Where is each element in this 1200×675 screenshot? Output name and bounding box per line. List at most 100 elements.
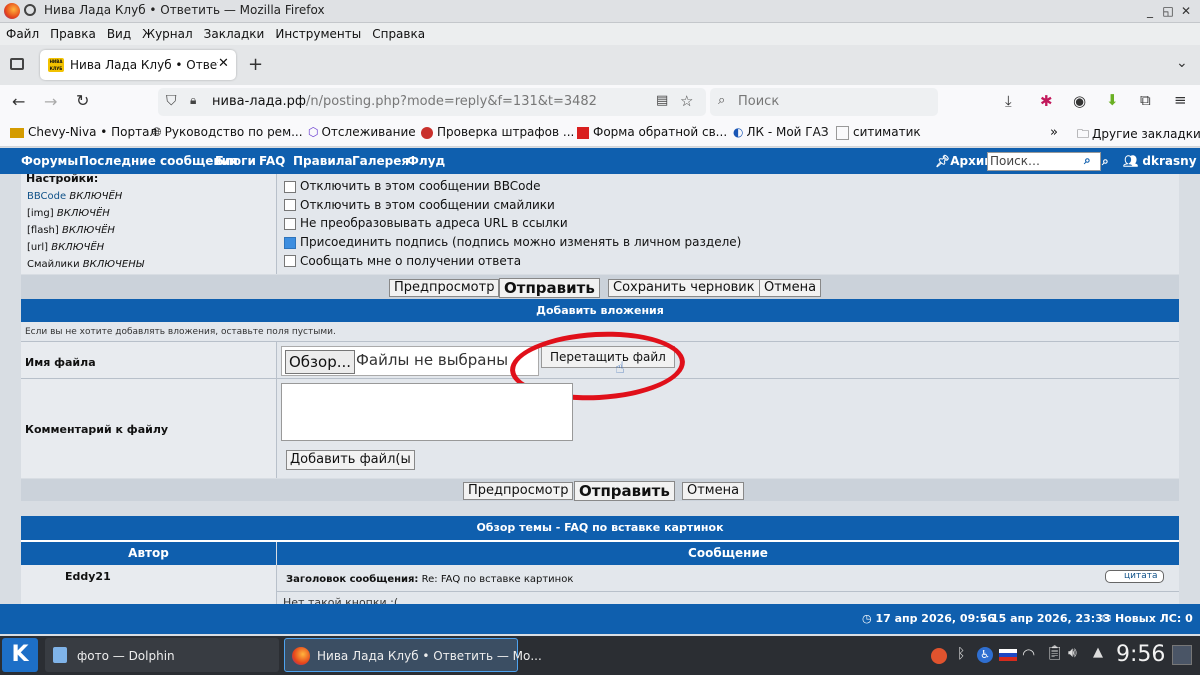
option-attach-signature[interactable]: Присоединить подпись (подпись можно изме…: [284, 233, 741, 252]
clock[interactable]: 9:56: [1116, 642, 1165, 667]
minimize-button[interactable]: _: [1142, 3, 1158, 19]
option-disable-urls[interactable]: Не преобразовывать адреса URL в ссылки: [284, 214, 741, 233]
reader-view-icon[interactable]: ▤: [656, 93, 668, 108]
app-menu-icon[interactable]: ≡: [1174, 91, 1187, 109]
submit-button[interactable]: Отправить: [499, 278, 600, 298]
file-input[interactable]: Обзор... Файлы не выбраны: [281, 346, 539, 376]
comment-textarea[interactable]: [281, 383, 573, 441]
forum-search-icon[interactable]: ⌕: [1084, 153, 1091, 168]
menu-item[interactable]: Правка: [50, 27, 96, 41]
cancel-button[interactable]: Отмена: [759, 279, 822, 297]
no-files-text: Файлы не выбраны: [356, 351, 509, 369]
keyboard-layout-icon[interactable]: [999, 649, 1017, 661]
nav-blogs[interactable]: Блоги: [215, 154, 256, 168]
menu-item[interactable]: Вид: [107, 27, 131, 41]
other-bookmarks[interactable]: 🗀 Другие закладки: [1077, 125, 1200, 146]
nav-forums[interactable]: Форумы: [21, 154, 78, 168]
close-window-button[interactable]: ✕: [1178, 3, 1194, 19]
cancel-button[interactable]: Отмена: [682, 482, 745, 500]
bookmark-item[interactable]: Chevy-Niva • Портал: [10, 125, 157, 139]
checkbox[interactable]: [284, 217, 296, 230]
menu-item[interactable]: Закладки: [204, 27, 265, 41]
submit-button[interactable]: Отправить: [574, 481, 675, 501]
bookmark-item[interactable]: ⬡ Отслеживание: [308, 125, 416, 139]
accessibility-icon[interactable]: ♿: [977, 647, 993, 663]
url-bar[interactable]: ⛉ 🔒︎ нива-лада.рф/n/posting.php?mode=rep…: [158, 88, 706, 116]
shield-icon[interactable]: ⛉: [166, 93, 177, 109]
bluetooth-icon[interactable]: ᛒ: [957, 646, 965, 662]
bookmark-item[interactable]: Проверка штрафов ...: [421, 125, 574, 139]
browse-button[interactable]: Обзор...: [285, 350, 356, 374]
restore-button[interactable]: ◱: [1160, 3, 1176, 19]
nav-flood[interactable]: Флуд: [407, 154, 445, 168]
preview-button[interactable]: Предпросмотр: [463, 482, 574, 500]
checkbox[interactable]: [284, 255, 296, 268]
downloads-icon[interactable]: ⤓: [1005, 92, 1012, 110]
option-notify-reply[interactable]: Сообщать мне о получении ответа: [284, 252, 741, 271]
bookmark-star-icon[interactable]: ☆: [680, 92, 693, 110]
new-pm[interactable]: ✉ Новых ЛС: 0: [1102, 612, 1193, 625]
download-helper-icon[interactable]: ⬇: [1106, 91, 1119, 109]
nav-rules[interactable]: Правила: [293, 154, 353, 168]
nav-gallery[interactable]: Галерея: [352, 154, 409, 168]
clipboard-icon[interactable]: 📋︎: [1046, 645, 1064, 661]
task-dolphin[interactable]: фото — Dolphin: [45, 638, 279, 672]
lock-icon[interactable]: 🔒︎: [190, 93, 196, 108]
wifi-icon[interactable]: ◠: [1022, 645, 1035, 663]
user-menu[interactable]: 👥︎ dkrasny ▾: [1123, 154, 1200, 168]
tray-expand-icon[interactable]: ▲: [1093, 645, 1103, 660]
tab-overview-icon[interactable]: [10, 58, 24, 70]
nav-latest-posts[interactable]: Последние сообщения: [79, 154, 238, 168]
bookmark-item[interactable]: 🌐︎ Руководство по рем...: [152, 125, 303, 140]
option-disable-smilies[interactable]: Отключить в этом сообщении смайлики: [284, 196, 741, 215]
reload-button[interactable]: ↻: [76, 91, 89, 110]
bookmark-item[interactable]: ситиматик: [836, 125, 921, 140]
extensions-icon[interactable]: ⧉: [1140, 91, 1151, 109]
extension-icon[interactable]: ✱: [1040, 92, 1053, 110]
account-icon[interactable]: ◉: [1073, 92, 1086, 110]
kde-launcher-icon[interactable]: K: [2, 638, 38, 672]
task-firefox[interactable]: Нива Лада Клуб • Ответить — Мо...: [284, 638, 542, 672]
save-draft-button[interactable]: Сохранить черновик: [608, 279, 760, 297]
more-bookmarks-icon[interactable]: »: [1050, 125, 1058, 140]
bookmark-item[interactable]: ◐ ЛК - Мой ГАЗ: [733, 125, 829, 139]
settings-title: Настройки:: [26, 174, 99, 185]
menu-item[interactable]: Справка: [372, 27, 425, 41]
back-button[interactable]: ←: [12, 92, 25, 111]
filename-label: Имя файла: [25, 356, 96, 369]
bbcode-link[interactable]: BBCode: [27, 191, 66, 202]
list-tabs-icon[interactable]: ⌄: [1176, 55, 1188, 71]
quote-button[interactable]: цитата: [1105, 570, 1164, 583]
url-host: нива-лада.рф: [212, 94, 306, 109]
task-label: фото — Dolphin: [77, 649, 175, 663]
checkbox[interactable]: [284, 180, 296, 193]
option-disable-bbcode[interactable]: Отключить в этом сообщении BBCode: [284, 177, 741, 196]
search-bar[interactable]: ⌕ Поиск: [710, 88, 938, 116]
attachments-header: Добавить вложения: [21, 299, 1179, 322]
update-icon[interactable]: [931, 648, 947, 664]
post-author[interactable]: Eddy21: [65, 570, 111, 583]
nav-archive[interactable]: 📌︎Архив: [935, 154, 992, 168]
tab-close-icon[interactable]: ✕: [218, 56, 229, 71]
tab-active[interactable]: НИВА КЛУБ Нива Лада Клуб • Ответит ✕: [40, 50, 236, 80]
bookmark-item[interactable]: Форма обратной св...: [577, 125, 727, 139]
advanced-search-icon[interactable]: ⌕: [1102, 154, 1109, 169]
new-tab-button[interactable]: +: [248, 54, 263, 75]
window-menu-icon[interactable]: [24, 4, 36, 16]
menu-item[interactable]: Журнал: [142, 27, 193, 41]
menu-item[interactable]: Инструменты: [275, 27, 361, 41]
checkbox-checked[interactable]: [284, 236, 296, 249]
menu-item[interactable]: Файл: [6, 27, 39, 41]
settings-panel: Настройки: BBCode ВКЛЮЧЁН [img] ВКЛЮЧЁН …: [21, 174, 1179, 274]
add-file-button[interactable]: Добавить файл(ы: [286, 450, 415, 470]
forward-button[interactable]: →: [44, 92, 57, 111]
checkbox[interactable]: [284, 199, 296, 212]
volume-icon[interactable]: 🔊︎: [1068, 645, 1077, 661]
col-author: Автор: [21, 542, 276, 565]
post-row: Eddy21 Заголовок сообщения: Re: FAQ по в…: [21, 565, 1179, 604]
show-desktop-icon[interactable]: [1172, 645, 1192, 665]
attachments-panel: Если вы не хотите добавлять вложения, ос…: [21, 322, 1179, 478]
preview-button[interactable]: Предпросмотр: [389, 279, 500, 297]
nav-faq[interactable]: FAQ: [259, 154, 285, 168]
forum-status-bar: ◷ 17 апр 2026, 09:56 ⌕ 15 апр 2026, 23:3…: [0, 604, 1200, 634]
